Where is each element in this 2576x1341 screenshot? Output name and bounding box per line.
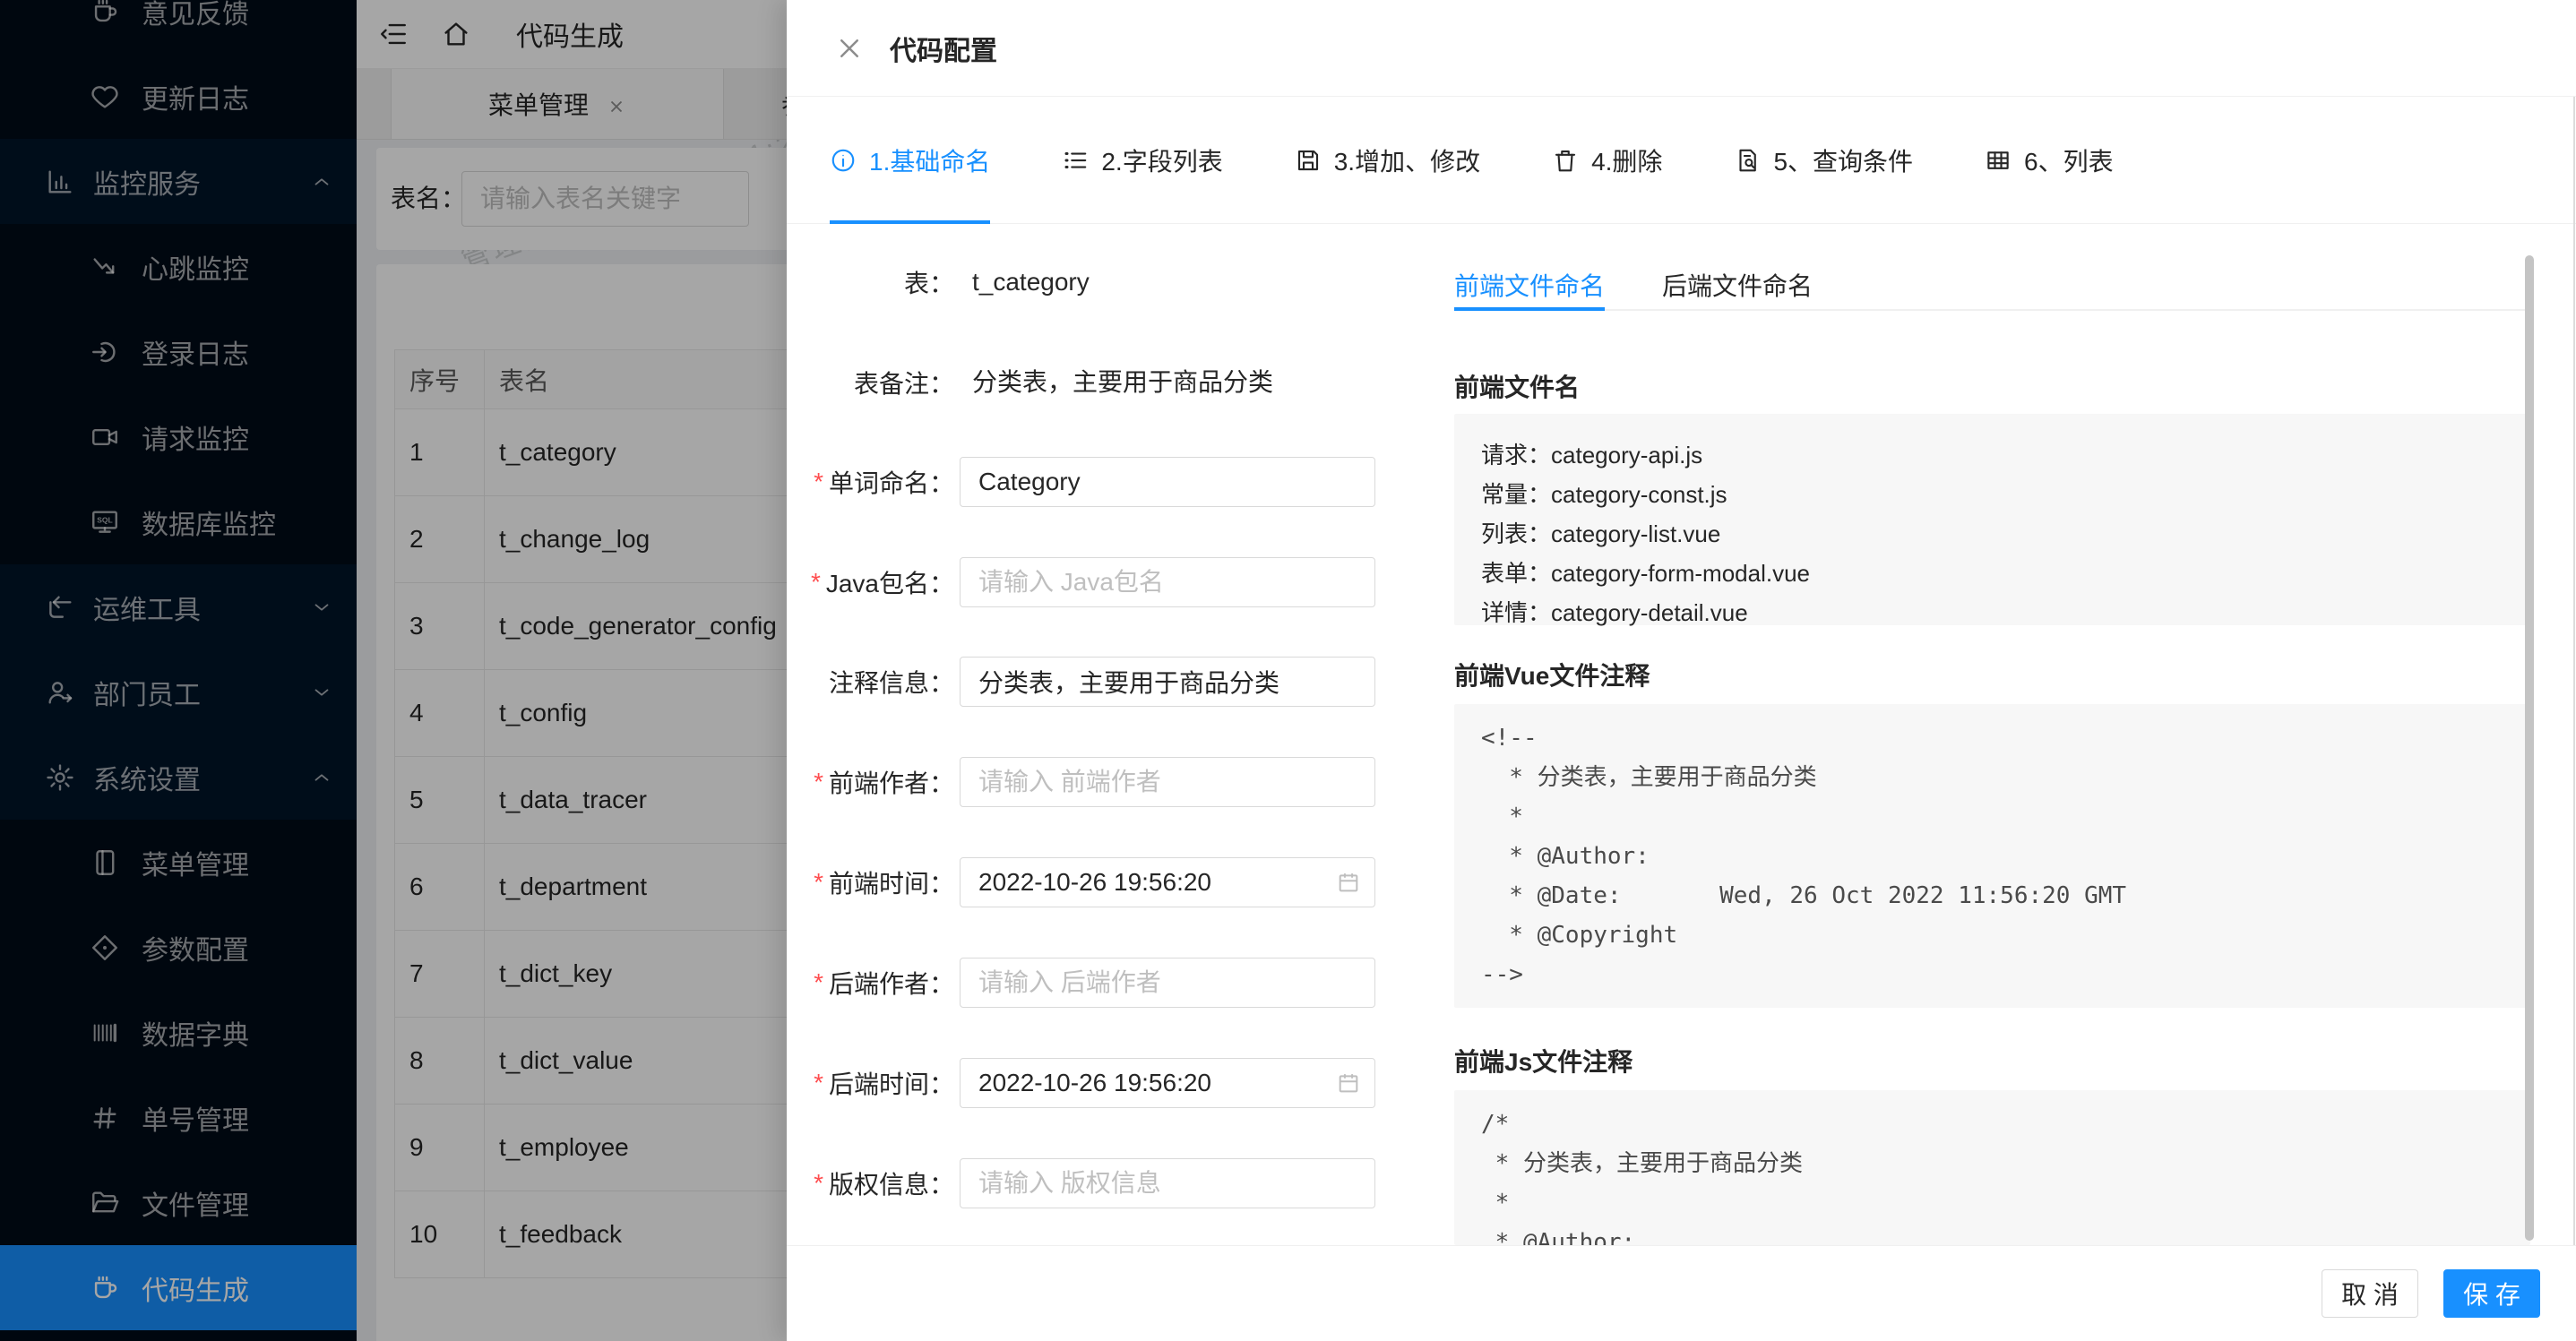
frontend-files-box: 请求：category-api.js 常量：category-const.js … [1454,414,2530,625]
comment-info-input[interactable] [960,657,1375,707]
calendar-icon[interactable] [1336,1070,1361,1096]
frontend-time-input[interactable] [960,857,1375,907]
table-comment-value: 分类表，主要用于商品分类 [972,357,1273,408]
drawer-header: 代码配置 [787,0,2576,97]
required-asterisk: * [814,868,823,897]
form-row-table: 表： t_category [787,257,1414,307]
form-row-backend-author: *后端作者： [787,958,1414,1008]
required-asterisk: * [814,468,823,496]
required-asterisk: * [814,968,823,997]
copyright-input[interactable] [960,1158,1375,1208]
trash-icon [1552,147,1579,174]
drawer-mask[interactable] [0,0,787,1341]
table-name-value: t_category [972,257,1090,307]
tab-basic-naming[interactable]: 1.基础命名 [830,97,990,223]
required-asterisk: * [814,768,823,796]
save-icon [1295,147,1322,174]
required-asterisk: * [814,1069,823,1097]
panel-tabs: 前端文件命名 后端文件命名 [1454,261,2530,311]
list-icon [1062,147,1089,174]
file-line-detail: 详情：category-detail.vue [1481,593,2503,632]
word-name-input[interactable] [960,457,1375,507]
drawer-title: 代码配置 [890,29,997,68]
form-row-java-package: *Java包名： [787,557,1414,607]
calendar-icon[interactable] [1336,870,1361,895]
vue-comment-box: <!-- * 分类表，主要用于商品分类 * * @Author: * @Date… [1454,704,2530,1008]
backend-time-input[interactable] [960,1058,1375,1108]
vue-comment-code: <!-- * 分类表，主要用于商品分类 * * @Author: * @Date… [1481,718,2503,994]
table-grid-icon [1985,147,2012,174]
section-title-frontend-files: 前端文件名 [1454,368,1580,404]
drawer-footer: 取 消 保 存 [787,1245,2576,1341]
drawer-tabs: 1.基础命名 2.字段列表 3.增加、修改 4.删除 5、查询条件 6、列表 [787,97,2576,224]
form-row-table-comment: 表备注： 分类表，主要用于商品分类 [787,357,1414,408]
tab-frontend-file-naming[interactable]: 前端文件命名 [1454,261,1605,309]
file-naming-panel: 前端文件命名 后端文件命名 前端文件名 请求：category-api.js 常… [1454,225,2530,1245]
window-scrollbar-edge [2573,97,2575,1341]
tab-add-modify[interactable]: 3.增加、修改 [1295,97,1480,223]
form-row-frontend-author: *前端作者： [787,757,1414,807]
file-line-const: 常量：category-const.js [1481,475,2503,514]
tab-delete[interactable]: 4.删除 [1552,97,1662,223]
file-line-form: 表单：category-form-modal.vue [1481,554,2503,593]
save-button[interactable]: 保 存 [2443,1269,2540,1318]
section-title-js-comment: 前端Js文件注释 [1454,1043,1633,1079]
tab-query-conditions[interactable]: 5、查询条件 [1734,97,1913,223]
tab-field-list[interactable]: 2.字段列表 [1062,97,1222,223]
drawer-body: 表： t_category 表备注： 分类表，主要用于商品分类 *单词命名： *… [787,225,2576,1245]
backend-author-input[interactable] [960,958,1375,1008]
form-row-backend-time: *后端时间： [787,1058,1414,1108]
tab-backend-file-naming[interactable]: 后端文件命名 [1662,261,1813,309]
file-line-request: 请求：category-api.js [1481,435,2503,475]
drawer-scrollbar[interactable] [2525,255,2534,1241]
file-search-icon [1734,147,1761,174]
cancel-button[interactable]: 取 消 [2322,1269,2418,1318]
required-asterisk: * [811,568,821,597]
js-comment-box: /* * 分类表，主要用于商品分类 * * @Author: [1454,1090,2530,1245]
tab-list[interactable]: 6、列表 [1985,97,2114,223]
code-config-drawer: 代码配置 1.基础命名 2.字段列表 3.增加、修改 4.删除 5、查询条件 6… [787,0,2576,1341]
required-asterisk: * [814,1169,823,1198]
frontend-author-input[interactable] [960,757,1375,807]
java-package-input[interactable] [960,557,1375,607]
section-title-vue-comment: 前端Vue文件注释 [1454,657,1650,692]
form-row-copyright: *版权信息： [787,1158,1414,1208]
info-circle-icon [830,147,857,174]
file-line-list: 列表：category-list.vue [1481,514,2503,554]
form-row-word-name: *单词命名： [787,457,1414,507]
form-row-frontend-time: *前端时间： [787,857,1414,907]
close-icon[interactable] [836,35,863,62]
form-row-comment-info: 注释信息： [787,657,1414,707]
js-comment-code: /* * 分类表，主要用于商品分类 * * @Author: [1481,1105,2503,1245]
